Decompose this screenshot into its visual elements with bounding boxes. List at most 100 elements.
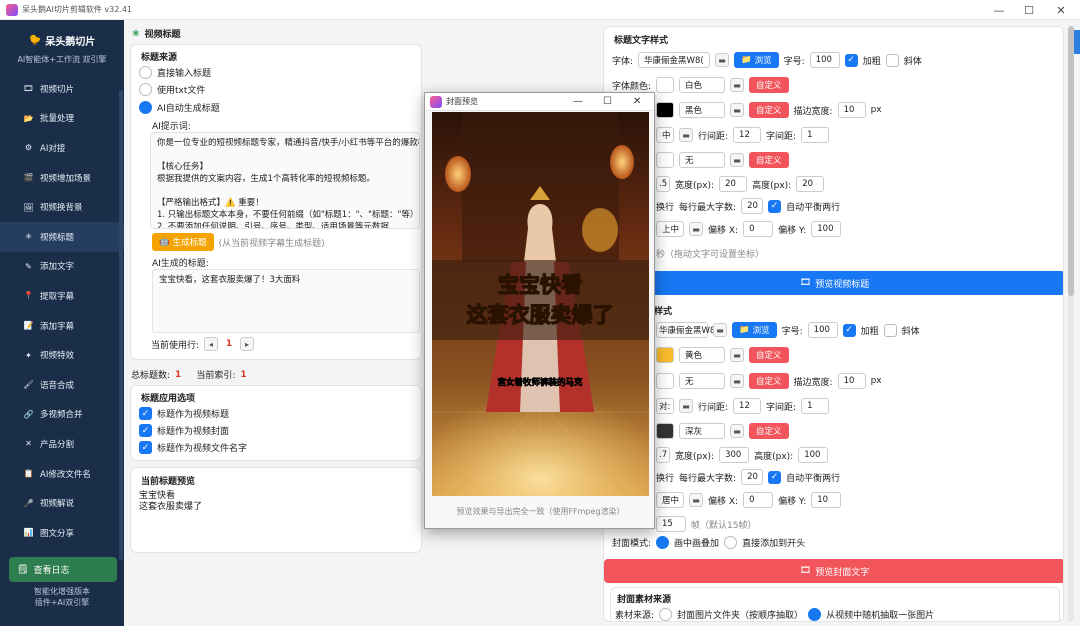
sidebar-item[interactable]: 🎞 视频切片: [0, 74, 124, 104]
font-input[interactable]: 华康俪金黑W8(: [638, 52, 711, 68]
cover-stroke-dropdown[interactable]: ▬: [730, 374, 744, 388]
bold-checkbox[interactable]: ✓: [844, 53, 858, 67]
cover-font-dropdown-button[interactable]: ▬: [713, 323, 727, 337]
cover-mode-prepend-radio[interactable]: [724, 536, 738, 549]
preview-video-title-button[interactable]: 🎞 预览视频标题: [604, 271, 1063, 295]
prompt-textarea[interactable]: 你是一位专业的短视频标题专家，精通抖音/快手/小红书等平台的爆款标 【核心任务】根…: [150, 132, 420, 229]
font-color-select[interactable]: 白色: [679, 77, 726, 93]
font-color-dropdown[interactable]: ▬: [730, 78, 745, 92]
cover-char-spacing-input[interactable]: 1: [801, 398, 830, 414]
cover-width-input[interactable]: 300: [719, 447, 750, 463]
view-log-button[interactable]: 🗒 查看日志: [9, 557, 117, 582]
main-scrollbar[interactable]: [1068, 26, 1074, 622]
bg-color-swatch[interactable]: [656, 152, 674, 168]
bg-color-select[interactable]: 无: [679, 152, 725, 168]
sidebar-item[interactable]: 📍 提取字幕: [0, 281, 124, 311]
cover-font-color-dropdown[interactable]: ▬: [730, 348, 744, 362]
option-txt-file[interactable]: 使用txt文件: [139, 83, 205, 96]
sidebar-scrollbar[interactable]: [119, 90, 123, 560]
sidebar-item[interactable]: 🎬 视频增加场景: [0, 163, 124, 193]
sidebar-item[interactable]: 📊 图文分享: [0, 518, 124, 548]
popup-minimize-button[interactable]: —: [573, 96, 583, 107]
font-color-custom-button[interactable]: 自定义: [749, 77, 789, 93]
checkbox-as-cover[interactable]: ✓: [139, 424, 152, 437]
bg-color-dropdown[interactable]: ▬: [730, 153, 744, 167]
cover-stroke-custom-button[interactable]: 自定义: [749, 373, 789, 389]
sidebar-item[interactable]: 📝 添加字幕: [0, 311, 124, 341]
stroke-color-dropdown[interactable]: ▬: [730, 103, 744, 117]
radio-txt[interactable]: [139, 83, 152, 96]
position-select[interactable]: 上中: [656, 221, 684, 237]
cover-bg-dropdown[interactable]: ▬: [730, 424, 744, 438]
sidebar-item[interactable]: 🔗 多视频合并: [0, 400, 124, 430]
checkbox-as-video-title[interactable]: ✓: [139, 407, 152, 420]
cover-mode-pip-radio[interactable]: [656, 536, 670, 549]
popup-maximize-button[interactable]: ☐: [603, 96, 612, 107]
cover-max-chars-input[interactable]: 20: [741, 469, 764, 485]
sidebar-item[interactable]: ✦ 视频特效: [0, 340, 124, 370]
cover-font-size-input[interactable]: 100: [807, 322, 838, 338]
option-direct-input[interactable]: 直接输入标题: [139, 66, 211, 79]
cover-offset-y-input[interactable]: 10: [811, 492, 842, 508]
cover-font-color-select[interactable]: 黄色: [679, 347, 725, 363]
sidebar-item[interactable]: ⚙ AI对接: [0, 133, 124, 163]
sidebar-item[interactable]: 📋 AI修改文件名: [0, 459, 124, 489]
position-dropdown[interactable]: ▬: [689, 222, 703, 236]
sidebar-item[interactable]: 🖌 语音合成: [0, 370, 124, 400]
radio-ai[interactable]: [139, 101, 152, 114]
main-scrollbar-thumb[interactable]: [1068, 26, 1074, 296]
material-random-radio[interactable]: [808, 608, 822, 621]
max-chars-input[interactable]: 20: [741, 198, 764, 214]
cover-position-select[interactable]: 居中: [656, 492, 684, 508]
sidebar-item[interactable]: ✕ 产品分割: [0, 429, 124, 459]
checkbox-as-filename[interactable]: ✓: [139, 441, 152, 454]
cover-font-input[interactable]: 华康俪金黑W8(: [656, 322, 719, 338]
bg-alpha-input[interactable]: .5: [656, 176, 670, 192]
char-spacing-input[interactable]: 1: [801, 127, 830, 143]
cover-auto-balance-checkbox[interactable]: ✓: [768, 470, 782, 484]
cover-position-dropdown[interactable]: ▬: [689, 493, 703, 507]
cover-line-spacing-input[interactable]: 12: [733, 398, 762, 414]
apply-option-1[interactable]: ✓ 标题作为视频标题: [139, 407, 229, 420]
font-dropdown-button[interactable]: ▬: [715, 53, 730, 67]
auto-balance-checkbox[interactable]: ✓: [768, 199, 782, 213]
sidebar-item[interactable]: ✳ 视频标题: [0, 221, 124, 252]
radio-direct[interactable]: [139, 66, 152, 79]
material-folder-radio[interactable]: [659, 608, 673, 621]
width-input[interactable]: 20: [719, 176, 748, 192]
cover-bg-swatch[interactable]: [656, 423, 674, 439]
sidebar-item[interactable]: ✎ 添加文字: [0, 252, 124, 282]
cover-bg-custom-button[interactable]: 自定义: [749, 423, 789, 439]
align-dropdown[interactable]: ▬: [679, 128, 693, 142]
cover-font-color-swatch[interactable]: [656, 347, 674, 363]
stroke-custom-button[interactable]: 自定义: [749, 102, 789, 118]
close-button[interactable]: ✕: [1044, 0, 1078, 20]
cover-align-dropdown[interactable]: ▬: [679, 399, 693, 413]
generated-title-textarea[interactable]: 宝宝快看，这套衣服卖爆了！3大面料: [152, 269, 420, 333]
cover-italic-checkbox[interactable]: [883, 323, 897, 337]
cover-stroke-swatch[interactable]: [656, 373, 674, 389]
minimize-button[interactable]: —: [982, 0, 1016, 20]
cover-stroke-select[interactable]: 无: [679, 373, 725, 389]
apply-option-3[interactable]: ✓ 标题作为视频文件名字: [139, 441, 247, 454]
sidebar-item[interactable]: 🖼 视频换背景: [0, 192, 124, 222]
browse-font-button[interactable]: 📁 浏览: [734, 52, 779, 68]
generate-title-button[interactable]: 🤖 生成标题: [152, 233, 214, 251]
stroke-color-swatch[interactable]: [656, 102, 674, 118]
line-spacing-input[interactable]: 12: [733, 127, 762, 143]
align-select[interactable]: 中: [656, 127, 674, 143]
offset-y-input[interactable]: 100: [811, 221, 842, 237]
sidebar-item[interactable]: 📂 批量处理: [0, 104, 124, 134]
cover-bg-alpha-input[interactable]: .7: [656, 447, 670, 463]
popup-close-button[interactable]: ✕: [633, 96, 641, 107]
apply-option-2[interactable]: ✓ 标题作为视频封面: [139, 424, 229, 437]
sidebar-item[interactable]: 🎤 视频解说: [0, 488, 124, 518]
font-size-input[interactable]: 100: [809, 52, 840, 68]
cover-align-select[interactable]: 对:: [656, 398, 674, 414]
cover-browse-font-button[interactable]: 📁 浏览: [732, 322, 777, 338]
prev-row-button[interactable]: ◂: [204, 337, 219, 351]
font-color-swatch[interactable]: [656, 77, 675, 93]
cover-font-color-custom-button[interactable]: 自定义: [749, 347, 789, 363]
cover-height-input[interactable]: 100: [798, 447, 829, 463]
italic-checkbox[interactable]: [885, 53, 899, 67]
